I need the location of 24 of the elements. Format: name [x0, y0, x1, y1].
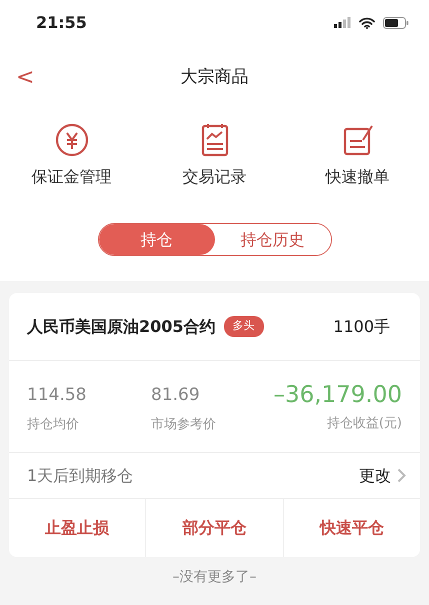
page-title: 大宗商品 — [180, 66, 248, 90]
stat-label: 持仓均价 — [27, 416, 80, 434]
tab[interactable]: 持仓 — [98, 224, 214, 255]
chevron-right-icon — [397, 468, 406, 483]
stat-label: 持仓收益(元) — [326, 415, 402, 434]
direction-tag: 多头 — [224, 316, 264, 337]
status-time: 21:55 — [36, 12, 87, 34]
quantity: 1100手 — [333, 316, 390, 338]
back-button[interactable]: < — [12, 67, 38, 89]
shortcut-button[interactable]: 交易记录 — [144, 123, 284, 223]
stat-label: 市场参考价 — [151, 416, 217, 434]
stat-value: 114.58 — [27, 384, 88, 407]
battery-icon — [383, 16, 409, 28]
rollover-text: 1天后到期移仓 — [27, 464, 134, 486]
currency-icon — [54, 123, 88, 157]
wifi-icon — [359, 16, 375, 28]
shortcut-button[interactable]: 保证金管理 — [2, 123, 142, 223]
stat-value: 81.69 — [151, 384, 201, 407]
shortcut-button[interactable]: 快速撤单 — [288, 123, 428, 223]
end-of-list-text: –没有更多了– — [172, 568, 258, 587]
contract-name: 人民币美国原油2005合约 — [27, 316, 216, 338]
change-button[interactable]: 更改 — [359, 464, 406, 488]
signal-icon — [334, 17, 351, 28]
stat-value: –36,179.00 — [273, 383, 402, 408]
